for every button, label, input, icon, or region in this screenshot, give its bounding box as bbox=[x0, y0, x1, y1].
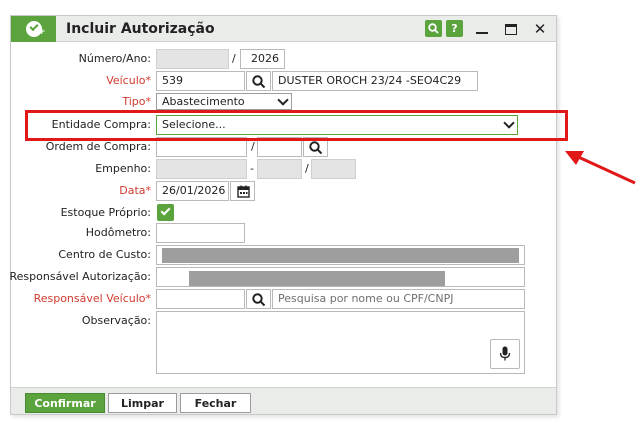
estoque-proprio-label: Estoque Próprio: bbox=[60, 206, 151, 219]
veiculo-search-button[interactable] bbox=[246, 71, 271, 91]
chevron-down-icon bbox=[277, 94, 289, 106]
ordem-compra-separator: / bbox=[251, 140, 255, 153]
empenho-a-input bbox=[156, 159, 247, 179]
numero-ano-label: Número/Ano: bbox=[78, 52, 151, 65]
responsavel-veiculo-code-input[interactable] bbox=[156, 289, 245, 309]
tipo-select-value: Abastecimento bbox=[162, 95, 245, 108]
search-icon bbox=[252, 75, 266, 89]
centro-custo-label: Centro de Custo: bbox=[58, 248, 151, 261]
limpar-button[interactable]: Limpar bbox=[108, 393, 177, 413]
observacao-textarea[interactable] bbox=[156, 311, 525, 374]
calendar-icon bbox=[237, 185, 250, 198]
dialog-footer: Confirmar Limpar Fechar bbox=[11, 387, 556, 414]
empenho-label: Empenho: bbox=[95, 162, 151, 175]
empenho-slash: / bbox=[305, 162, 309, 175]
maximize-button[interactable] bbox=[501, 19, 521, 39]
search-icon bbox=[252, 293, 266, 307]
tipo-select[interactable]: Abastecimento bbox=[156, 93, 292, 110]
veiculo-label: Veículo* bbox=[106, 74, 151, 87]
search-button[interactable] bbox=[425, 20, 442, 37]
veiculo-code-input[interactable]: 539 bbox=[156, 71, 245, 91]
close-icon: ✕ bbox=[533, 20, 547, 38]
minimize-button[interactable] bbox=[472, 19, 492, 39]
numero-ano-separator: / bbox=[232, 52, 236, 65]
add-authorization-icon: + bbox=[11, 16, 56, 42]
annotation-highlight-box bbox=[25, 110, 568, 141]
responsavel-autorizacao-label: Responsável Autorização: bbox=[9, 270, 152, 283]
title-bar: + Incluir Autorização ? ✕ bbox=[11, 16, 556, 42]
dialog-title: Incluir Autorização bbox=[66, 21, 215, 37]
numero-input bbox=[156, 49, 229, 69]
empenho-dash: - bbox=[250, 162, 254, 175]
estoque-proprio-checkbox[interactable] bbox=[157, 204, 174, 221]
confirmar-button[interactable]: Confirmar bbox=[25, 393, 105, 413]
data-label: Data* bbox=[119, 184, 151, 197]
empenho-b-input bbox=[257, 159, 302, 179]
calendar-button[interactable] bbox=[230, 181, 255, 201]
hodometro-input[interactable] bbox=[156, 223, 245, 243]
redacted-area bbox=[189, 271, 445, 286]
maximize-icon bbox=[505, 23, 517, 35]
microphone-button[interactable] bbox=[490, 339, 520, 369]
ano-input[interactable]: 2026 bbox=[240, 49, 285, 69]
minimize-icon bbox=[476, 32, 488, 34]
data-input[interactable]: 26/01/2026 bbox=[156, 181, 229, 201]
annotation-arrow-icon bbox=[565, 151, 636, 185]
fechar-button[interactable]: Fechar bbox=[180, 393, 251, 413]
close-button[interactable]: ✕ bbox=[530, 19, 550, 39]
responsavel-veiculo-label: Responsável Veículo* bbox=[33, 292, 151, 305]
veiculo-description: DUSTER OROCH 23/24 -SEO4C29 bbox=[272, 71, 478, 91]
tipo-label: Tipo* bbox=[122, 95, 151, 108]
responsavel-veiculo-search-button[interactable] bbox=[246, 289, 271, 309]
help-button[interactable]: ? bbox=[446, 20, 463, 37]
search-icon bbox=[309, 141, 323, 155]
search-icon bbox=[428, 23, 439, 34]
observacao-label: Observação: bbox=[81, 314, 151, 327]
responsavel-veiculo-search-input[interactable]: Pesquisa por nome ou CPF/CNPJ bbox=[272, 289, 525, 309]
empenho-c-input bbox=[311, 159, 356, 179]
hodometro-label: Hodômetro: bbox=[85, 226, 151, 239]
ordem-compra-label: Ordem de Compra: bbox=[45, 140, 151, 153]
incluir-autorizacao-dialog: + Incluir Autorização ? ✕ Número/Ano: / … bbox=[10, 15, 557, 415]
microphone-icon bbox=[499, 346, 511, 361]
redacted-area bbox=[162, 248, 519, 263]
